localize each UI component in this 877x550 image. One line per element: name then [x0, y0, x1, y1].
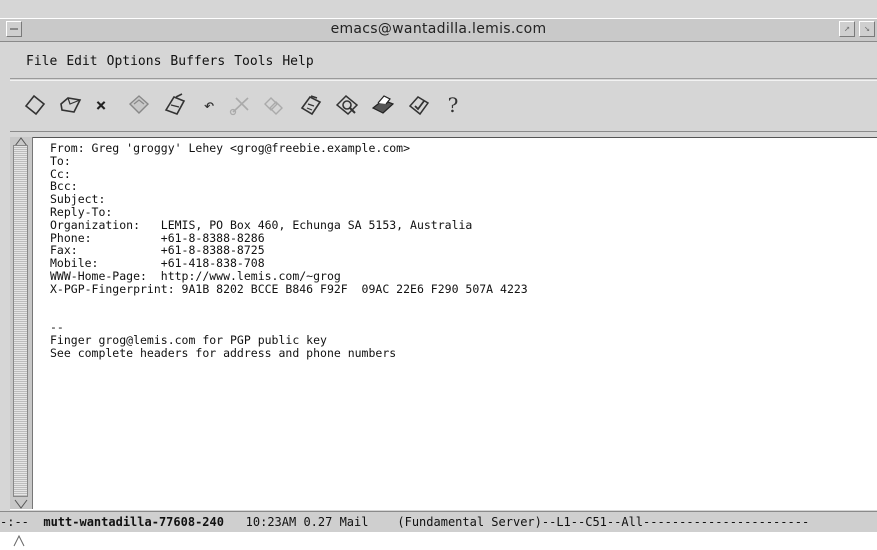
buffer-line: Subject: [50, 192, 106, 207]
paste-icon[interactable] [296, 90, 326, 120]
menu-buffers[interactable]: Buffers [170, 54, 225, 69]
modeline-prefix: -:-- [0, 515, 44, 529]
open-file-icon[interactable] [20, 90, 50, 120]
save-icon[interactable] [124, 90, 154, 120]
buffer-line: Bcc: [50, 179, 78, 194]
menu-file[interactable]: File [26, 54, 57, 69]
cut-icon[interactable] [226, 90, 256, 120]
buffer-line: Reply-To: [50, 204, 113, 219]
buffer-line: WWW-Home-Page: http://www.lemis.com/~gro… [50, 268, 341, 283]
print-icon[interactable] [160, 90, 190, 120]
buffer-line: From: Greg 'groggy' Lehey <grog@freebie.… [50, 141, 411, 155]
window-title: emacs@wantadilla.lemis.com [330, 21, 547, 37]
buffer-line: Cc: [50, 166, 71, 181]
buffer-line: Organization: LEMIS, PO Box 460, Echunga… [50, 217, 473, 232]
menu-help[interactable]: Help [282, 54, 313, 69]
undo-icon[interactable]: ↶ [194, 90, 224, 120]
search-icon[interactable] [332, 90, 362, 120]
minibuffer[interactable] [0, 532, 877, 550]
spell-check-icon[interactable] [404, 90, 434, 120]
mode-line: -:-- mutt-wantadilla-77608-240 10:23AM 0… [0, 511, 877, 533]
title-bar[interactable]: emacs@wantadilla.lemis.com ↗ ↘ [0, 18, 877, 42]
vertical-scrollbar[interactable] [10, 137, 33, 509]
menu-tools[interactable]: Tools [234, 54, 273, 69]
buffer-text[interactable]: From: Greg 'groggy' Lehey <grog@freebie.… [50, 142, 528, 360]
help-icon[interactable]: ? [438, 90, 468, 120]
toolbar: × ↶ ? [10, 80, 877, 132]
iconify-button[interactable]: ↗ [839, 21, 855, 37]
scroll-corner-icon [13, 534, 25, 547]
emacs-window: emacs@wantadilla.lemis.com ↗ ↘ File Edit… [0, 0, 877, 550]
modeline-status: 10:23AM 0.27 Mail (Fundamental Server)--… [223, 515, 810, 529]
buffer-line: Finger grog@lemis.com for PGP public key [50, 332, 327, 347]
buffer-line [50, 296, 528, 309]
maximize-button[interactable]: ↘ [859, 21, 875, 37]
menu-bar: File Edit Options Buffers Tools Help [10, 44, 877, 79]
buffer-line: X-PGP-Fingerprint: 9A1B 8202 BCCE B846 F… [50, 281, 528, 296]
scrollbar-thumb[interactable] [13, 145, 28, 497]
open-directory-icon[interactable] [56, 90, 86, 120]
buffer-line [50, 308, 528, 321]
buffer-line: To: [50, 153, 71, 168]
menu-options[interactable]: Options [107, 54, 162, 69]
menu-edit[interactable]: Edit [66, 54, 97, 69]
scroll-down-icon[interactable] [14, 499, 28, 509]
modeline-buffer-name[interactable]: mutt-wantadilla-77608-240 [43, 515, 224, 529]
copy-icon[interactable] [258, 90, 288, 120]
close-icon[interactable]: × [86, 90, 116, 120]
print-buffer-icon[interactable] [368, 90, 398, 120]
buffer-line: See complete headers for address and pho… [50, 345, 397, 360]
